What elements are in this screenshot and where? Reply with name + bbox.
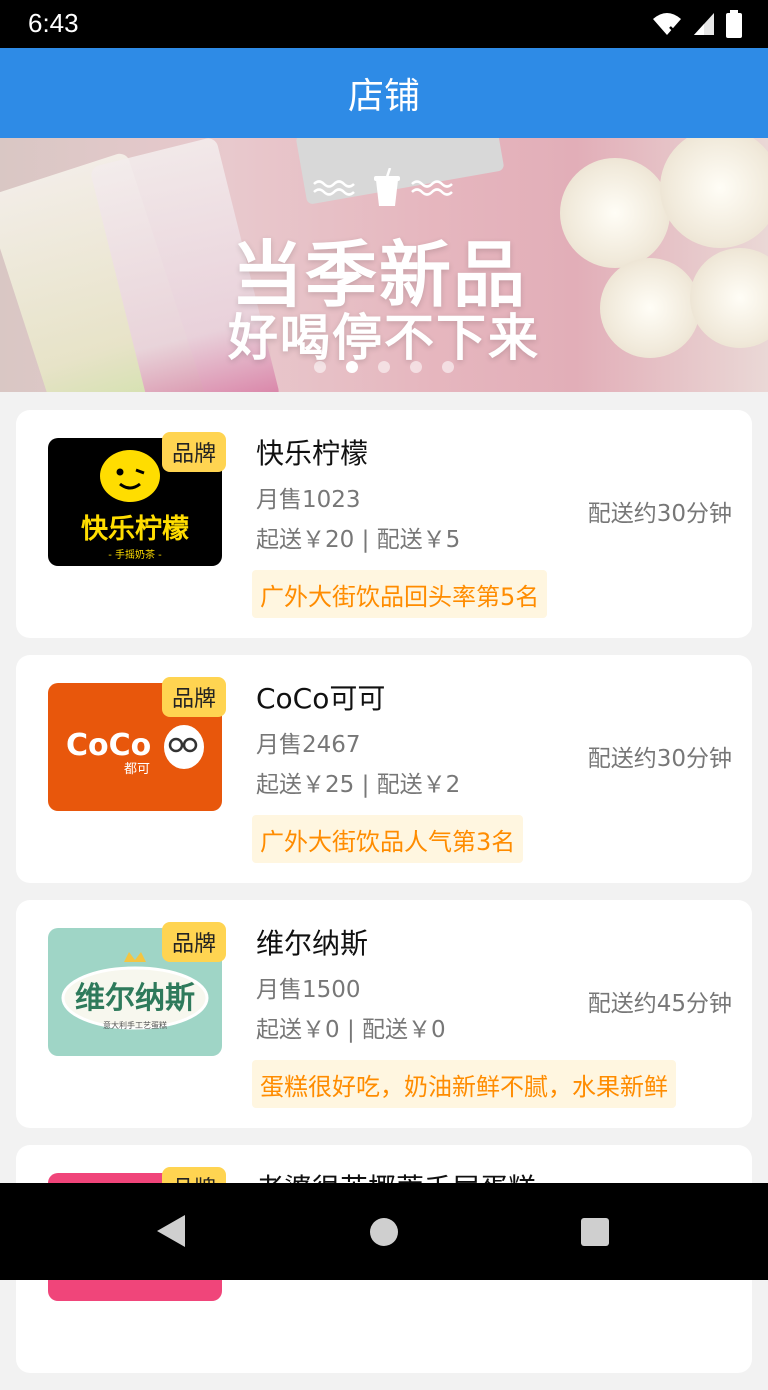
shop-monthly-sales: 月售1023 xyxy=(256,487,361,513)
shop-fees: 起送￥20 | 配送￥5 xyxy=(256,527,461,553)
shop-fees: 起送￥25 | 配送￥2 xyxy=(256,772,461,798)
logo-text: CoCo xyxy=(66,728,151,763)
carousel-dot[interactable] xyxy=(314,361,326,373)
carousel-dot[interactable] xyxy=(442,361,454,373)
delivery-time: 配送约45分钟 xyxy=(587,991,732,1017)
carousel-dot[interactable] xyxy=(378,361,390,373)
logo-text: 维尔纳斯 xyxy=(75,981,195,1016)
shop-fees: 起送￥0 | 配送￥0 xyxy=(256,1017,446,1043)
app-bar: 店铺 xyxy=(0,48,768,138)
brand-badge: 品牌 xyxy=(162,677,226,717)
page-title: 店铺 xyxy=(347,76,420,117)
signal-icon xyxy=(694,13,714,35)
carousel-indicator xyxy=(0,361,768,373)
system-nav-bar xyxy=(0,1183,768,1280)
status-time: 6:43 xyxy=(28,8,79,38)
cup-icon xyxy=(313,168,453,206)
shop-card[interactable]: 维尔纳斯 意大利手工艺蛋糕 品牌 维尔纳斯 月售1500 起送￥0 | 配送￥0… xyxy=(16,900,752,1128)
home-icon[interactable] xyxy=(368,1216,400,1248)
shop-card[interactable]: 快乐柠檬 - 手摇奶茶 - 品牌 快乐柠檬 月售1023 起送￥20 | 配送￥… xyxy=(16,410,752,638)
wifi-icon xyxy=(653,13,681,36)
shop-ranking-tag: 广外大街饮品回头率第5名 xyxy=(252,570,548,618)
logo-subtext: - 手摇奶茶 - xyxy=(108,548,162,561)
logo-subtext: 都可 xyxy=(124,762,150,777)
shop-monthly-sales: 月售2467 xyxy=(256,732,361,758)
shop-monthly-sales: 月售1500 xyxy=(256,977,361,1003)
recents-icon[interactable] xyxy=(580,1217,610,1247)
delivery-time: 配送约30分钟 xyxy=(587,746,732,772)
brand-badge: 品牌 xyxy=(162,432,226,472)
carousel-dot-active[interactable] xyxy=(346,361,358,373)
shop-name: CoCo可可 xyxy=(256,682,386,715)
banner-subline: 好喝停不下来 xyxy=(228,309,540,367)
delivery-time: 配送约30分钟 xyxy=(587,501,732,527)
brand-badge: 品牌 xyxy=(162,922,226,962)
shop-ranking-tag: 广外大街饮品人气第3名 xyxy=(252,815,524,863)
logo-subtext: 意大利手工艺蛋糕 xyxy=(103,1020,167,1030)
shop-card[interactable]: CoCo 都可 品牌 CoCo可可 月售2467 起送￥25 | 配送￥2 配送… xyxy=(16,655,752,883)
battery-icon xyxy=(726,10,742,38)
shop-name: 快乐柠檬 xyxy=(256,437,369,470)
status-icons xyxy=(652,10,742,38)
shop-ranking-tag: 蛋糕很好吃，奶油新鲜不腻，水果新鲜 xyxy=(252,1060,676,1108)
logo-text: 快乐柠檬 xyxy=(81,514,189,545)
back-icon[interactable] xyxy=(155,1213,187,1249)
shop-name: 维尔纳斯 xyxy=(256,927,369,960)
carousel-dot[interactable] xyxy=(410,361,422,373)
banner-carousel[interactable]: 当季新品 好喝停不下来 xyxy=(0,138,768,392)
status-bar: 6:43 xyxy=(0,0,768,48)
